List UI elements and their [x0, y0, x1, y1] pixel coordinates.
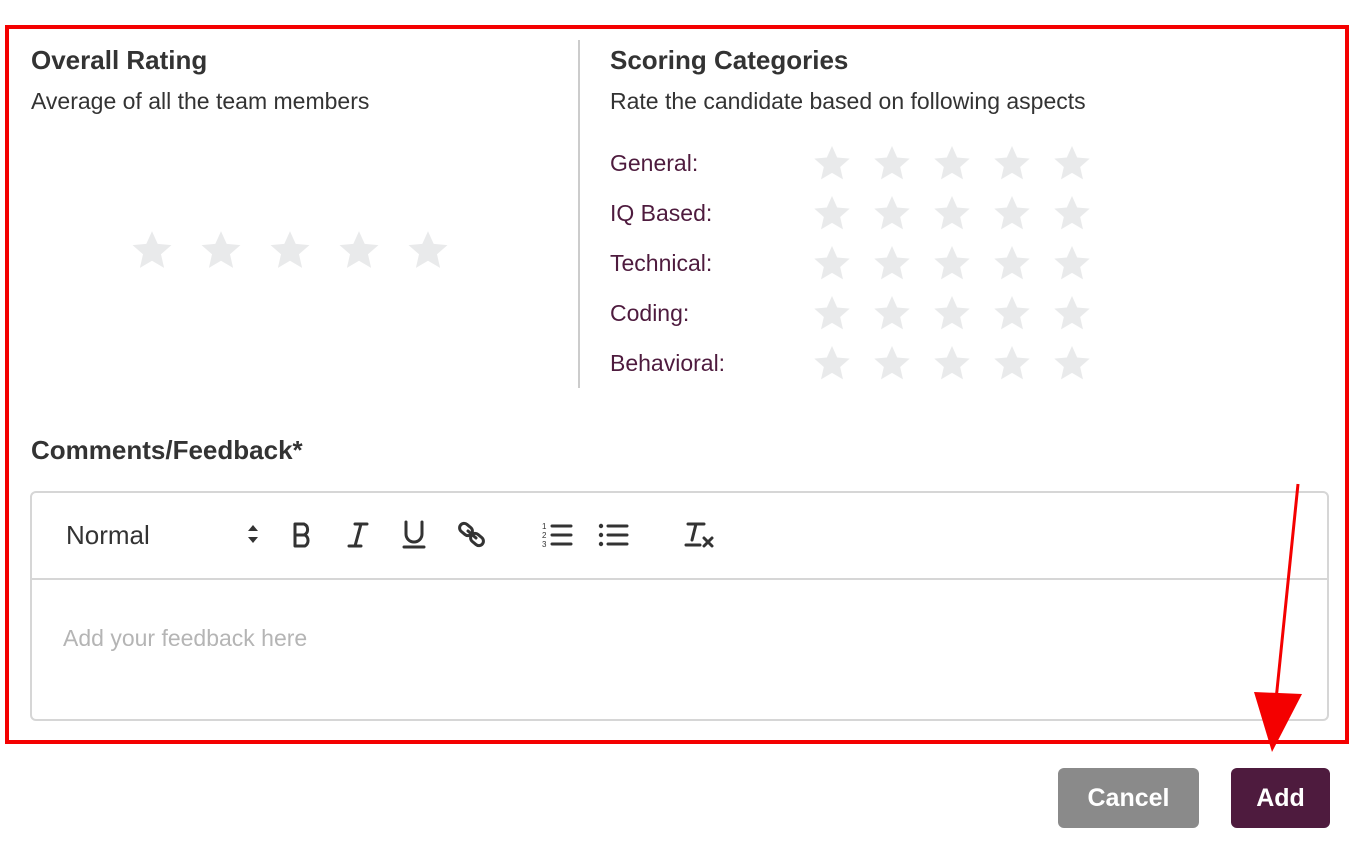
italic-icon[interactable] [340, 513, 376, 557]
ordered-list-icon[interactable]: 123 [538, 513, 576, 557]
star-icon[interactable] [812, 244, 852, 284]
star-icon[interactable] [992, 194, 1032, 234]
bold-icon[interactable] [285, 513, 321, 557]
star-icon[interactable] [872, 194, 912, 234]
category-label: Technical: [610, 250, 713, 276]
star-icon[interactable] [932, 344, 972, 384]
star-icon[interactable] [932, 144, 972, 184]
star-icon[interactable] [992, 294, 1032, 334]
feedback-editor: Normal 123 [30, 491, 1329, 721]
star-icon[interactable] [872, 144, 912, 184]
star-icon[interactable] [1052, 344, 1092, 384]
scoring-categories-subtitle: Rate the candidate based on following as… [610, 88, 1086, 114]
star-icon[interactable] [992, 144, 1032, 184]
star-icon[interactable] [872, 344, 912, 384]
link-icon[interactable] [452, 513, 492, 557]
category-label: Behavioral: [610, 350, 726, 376]
star-icon[interactable] [1052, 144, 1092, 184]
editor-toolbar: Normal 123 [32, 493, 1327, 580]
star-icon[interactable] [872, 244, 912, 284]
category-label: IQ Based: [610, 200, 713, 226]
add-button[interactable]: Add [1231, 768, 1330, 828]
star-icon[interactable] [872, 294, 912, 334]
scoring-categories-title: Scoring Categories [610, 45, 849, 75]
cancel-button[interactable]: Cancel [1058, 768, 1199, 828]
star-icon [130, 229, 174, 273]
star-icon[interactable] [932, 194, 972, 234]
star-icon [337, 229, 381, 273]
vertical-divider [578, 40, 580, 388]
annotation-arrow [1254, 483, 1302, 752]
star-icon[interactable] [812, 194, 852, 234]
overall-rating-title: Overall Rating [31, 45, 208, 75]
star-icon[interactable] [992, 244, 1032, 284]
svg-text:2: 2 [542, 531, 547, 540]
svg-text:1: 1 [542, 522, 547, 531]
star-icon [268, 229, 312, 273]
star-icon[interactable] [932, 244, 972, 284]
star-icon[interactable] [1052, 194, 1092, 234]
star-icon[interactable] [992, 344, 1032, 384]
overall-rating-subtitle: Average of all the team members [31, 88, 370, 114]
star-icon[interactable] [812, 294, 852, 334]
star-icon[interactable] [1052, 244, 1092, 284]
star-icon[interactable] [812, 144, 852, 184]
category-label: Coding: [610, 300, 690, 326]
star-icon[interactable] [932, 294, 972, 334]
category-label: General: [610, 150, 699, 176]
bullet-list-icon[interactable] [594, 513, 632, 557]
star-icon[interactable] [1052, 294, 1092, 334]
feedback-placeholder: Add your feedback here [63, 625, 308, 651]
format-select[interactable]: Normal [66, 515, 258, 555]
star-icon [199, 229, 243, 273]
comments-label: Comments/Feedback* [31, 435, 303, 465]
star-icon[interactable] [812, 344, 852, 384]
svg-text:3: 3 [542, 540, 547, 549]
underline-icon[interactable] [396, 513, 432, 557]
clear-format-icon[interactable] [682, 513, 718, 557]
select-arrows-icon [246, 523, 260, 550]
format-select-value: Normal [66, 519, 150, 550]
star-icon [406, 229, 450, 273]
